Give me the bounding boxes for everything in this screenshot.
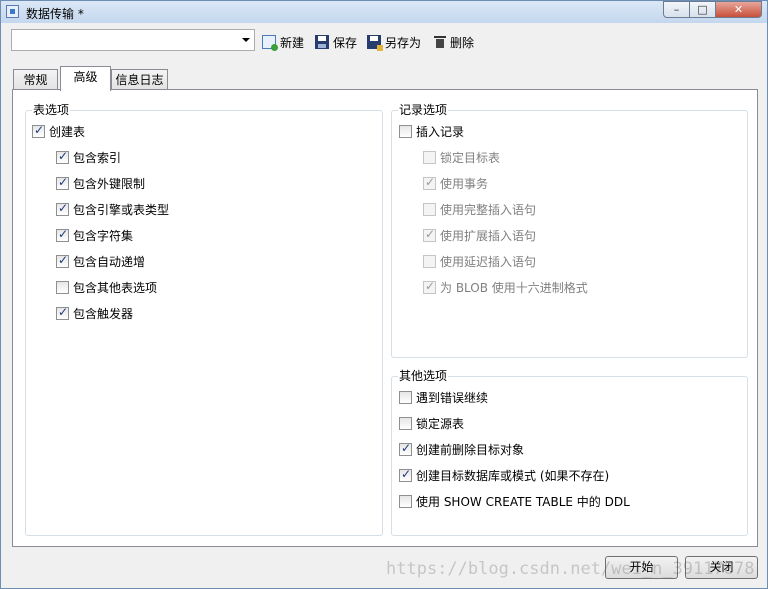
advanced-tab-page: 表选项 创建表 包含索引 包含外键限制 包含引擎或表类型 包含字符集 <box>12 89 758 547</box>
checkbox-box <box>56 305 69 320</box>
checkbox-label: 锁定目标表 <box>440 150 501 165</box>
checkbox-label: 插入记录 <box>416 124 465 139</box>
checkbox-box <box>399 416 412 430</box>
checkbox-box <box>399 494 412 508</box>
tab-message-log[interactable]: 信息日志 <box>111 69 168 90</box>
new-button-label: 新建 <box>280 35 305 50</box>
checkbox-label: 包含其他表选项 <box>73 280 158 295</box>
blob-hex-format-checkbox[interactable]: 为 BLOB 使用十六进制格式 <box>423 279 588 295</box>
data-transfer-app-icon <box>6 5 19 18</box>
checkbox-label: 包含引擎或表类型 <box>73 202 170 217</box>
checkbox-box <box>399 390 412 404</box>
checkbox-box <box>423 279 436 294</box>
watermark-text: https://blog.csdn.net/wei_n_39117878 <box>386 559 755 579</box>
save-as-icon <box>367 35 383 51</box>
create-table-checkbox[interactable]: 创建表 <box>32 123 85 139</box>
record-options-legend: 记录选项 <box>398 102 449 118</box>
caption-buttons: – □ ✕ <box>663 1 762 19</box>
checkbox-box <box>56 175 69 190</box>
checkbox-box <box>56 280 69 294</box>
include-foreign-keys-checkbox[interactable]: 包含外键限制 <box>56 175 145 191</box>
include-charset-checkbox[interactable]: 包含字符集 <box>56 227 133 243</box>
checkbox-label: 包含外键限制 <box>73 176 146 191</box>
checkbox-box <box>32 123 45 138</box>
new-file-icon <box>262 35 278 51</box>
chevron-down-icon <box>242 38 250 42</box>
toolbar: 新建 保存 另存为 删除 <box>1 29 767 53</box>
lock-source-tables-checkbox[interactable]: 锁定源表 <box>399 415 464 431</box>
checkbox-label: 使用扩展插入语句 <box>440 228 537 243</box>
save-as-button[interactable]: 另存为 <box>367 33 421 51</box>
record-options-group: 记录选项 插入记录 锁定目标表 使用事务 使用完整插入语句 使用扩展插入语句 <box>391 102 748 358</box>
checkbox-label: 为 BLOB 使用十六进制格式 <box>440 280 588 295</box>
checkbox-box <box>399 467 412 482</box>
continue-on-error-checkbox[interactable]: 遇到错误继续 <box>399 389 488 405</box>
window-title: 数据传输 * <box>26 7 84 21</box>
table-options-group: 表选项 创建表 包含索引 包含外键限制 包含引擎或表类型 包含字符集 <box>25 102 383 536</box>
title-bar[interactable]: 数据传输 * – □ ✕ <box>1 1 767 23</box>
use-extended-insert-checkbox[interactable]: 使用扩展插入语句 <box>423 227 536 243</box>
use-complete-insert-checkbox[interactable]: 使用完整插入语句 <box>423 201 536 217</box>
close-window-button[interactable]: ✕ <box>716 1 762 18</box>
minimize-button[interactable]: – <box>663 1 690 18</box>
checkbox-label: 包含字符集 <box>73 228 134 243</box>
include-engine-checkbox[interactable]: 包含引擎或表类型 <box>56 201 169 217</box>
checkbox-box <box>399 441 412 456</box>
checkbox-label: 锁定源表 <box>416 416 465 431</box>
tab-general[interactable]: 常规 <box>13 69 58 90</box>
trash-icon <box>434 35 446 49</box>
data-transfer-window: 数据传输 * – □ ✕ 新建 保存 另存为 删除 常规 高级 信息日志 表选项… <box>0 0 768 589</box>
drop-target-objects-checkbox[interactable]: 创建前删除目标对象 <box>399 441 524 457</box>
checkbox-box <box>399 124 412 138</box>
checkbox-box <box>56 227 69 242</box>
save-button-label: 保存 <box>333 35 358 50</box>
checkbox-label: 包含触发器 <box>73 306 134 321</box>
new-button[interactable]: 新建 <box>262 33 304 51</box>
floppy-disk-icon <box>315 35 329 49</box>
checkbox-label: 遇到错误继续 <box>416 390 489 405</box>
checkbox-label: 创建目标数据库或模式 (如果不存在) <box>416 468 610 483</box>
table-options-legend: 表选项 <box>32 102 71 118</box>
checkbox-box <box>423 254 436 268</box>
checkbox-label: 包含自动递增 <box>73 254 146 269</box>
include-triggers-checkbox[interactable]: 包含触发器 <box>56 305 133 321</box>
use-delayed-insert-checkbox[interactable]: 使用延迟插入语句 <box>423 253 536 269</box>
checkbox-label: 包含索引 <box>73 150 122 165</box>
checkbox-box <box>56 253 69 268</box>
checkbox-label: 使用 SHOW CREATE TABLE 中的 DDL <box>416 494 630 509</box>
maximize-button[interactable]: □ <box>690 1 716 18</box>
delete-button[interactable]: 删除 <box>434 33 474 51</box>
checkbox-box <box>423 175 436 190</box>
insert-records-checkbox[interactable]: 插入记录 <box>399 123 464 139</box>
checkbox-box <box>423 150 436 164</box>
checkbox-box <box>423 227 436 242</box>
checkbox-label: 使用完整插入语句 <box>440 202 537 217</box>
include-auto-increment-checkbox[interactable]: 包含自动递增 <box>56 253 145 269</box>
other-options-legend: 其他选项 <box>398 368 449 384</box>
checkbox-label: 使用延迟插入语句 <box>440 254 537 269</box>
save-button[interactable]: 保存 <box>315 33 357 51</box>
use-transaction-checkbox[interactable]: 使用事务 <box>423 175 488 191</box>
checkbox-label: 创建表 <box>49 124 86 139</box>
use-show-create-ddl-checkbox[interactable]: 使用 SHOW CREATE TABLE 中的 DDL <box>399 493 630 509</box>
checkbox-box <box>423 202 436 216</box>
lock-target-table-checkbox[interactable]: 锁定目标表 <box>423 149 500 165</box>
checkbox-label: 使用事务 <box>440 176 489 191</box>
save-as-button-label: 另存为 <box>385 35 422 50</box>
tab-advanced[interactable]: 高级 <box>60 66 111 91</box>
checkbox-label: 创建前删除目标对象 <box>416 442 525 457</box>
include-indexes-checkbox[interactable]: 包含索引 <box>56 149 121 165</box>
include-other-options-checkbox[interactable]: 包含其他表选项 <box>56 279 157 295</box>
delete-button-label: 删除 <box>450 35 475 50</box>
create-target-database-checkbox[interactable]: 创建目标数据库或模式 (如果不存在) <box>399 467 609 483</box>
profile-dropdown[interactable] <box>11 29 255 51</box>
checkbox-box <box>56 149 69 164</box>
checkbox-box <box>56 201 69 216</box>
other-options-group: 其他选项 遇到错误继续 锁定源表 创建前删除目标对象 创建目标数据库或模式 (如… <box>391 368 748 536</box>
